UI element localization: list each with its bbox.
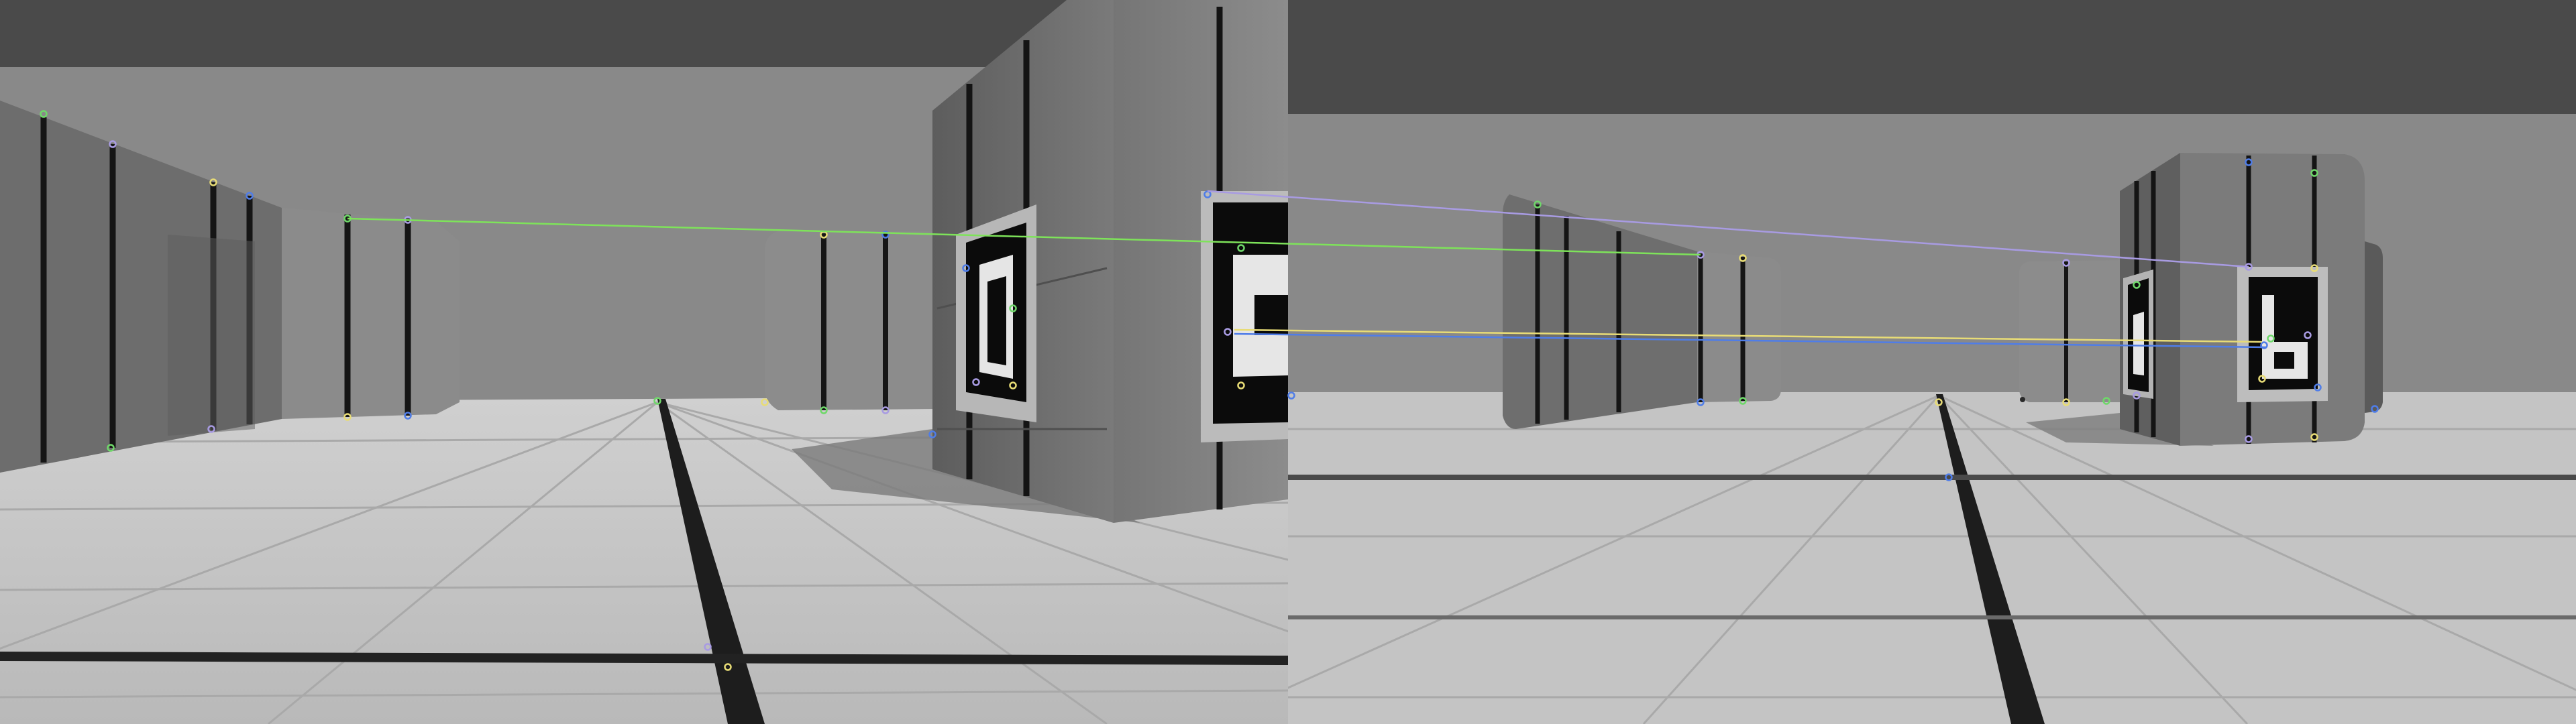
floor-stripe-horizontal-near xyxy=(1288,615,2576,619)
aruco-marker-front-face-pattern-cut xyxy=(2274,352,2294,369)
ceiling xyxy=(1288,0,2576,114)
left-fabric-wall-end xyxy=(1697,251,1781,402)
floor-dot xyxy=(2020,397,2025,402)
aruco-marker-left-face-pattern-cut xyxy=(987,276,1006,365)
aruco-marker-left-face-pattern xyxy=(2133,312,2144,375)
floor xyxy=(1288,392,2576,724)
floor-stripe-horizontal xyxy=(1288,475,2576,480)
aruco-marker-front-face-pattern-cut xyxy=(1254,295,1288,335)
center-fabric-box xyxy=(765,231,936,410)
center-fabric-box xyxy=(2019,260,2127,402)
left-fabric-wall-end xyxy=(282,208,460,419)
left-wall-shadow xyxy=(168,235,255,436)
feature-matching-view xyxy=(0,0,2576,724)
cube-side-panel xyxy=(2365,241,2383,413)
stereo-match-canvas xyxy=(0,0,2576,724)
right-camera-frame xyxy=(1288,0,2576,724)
